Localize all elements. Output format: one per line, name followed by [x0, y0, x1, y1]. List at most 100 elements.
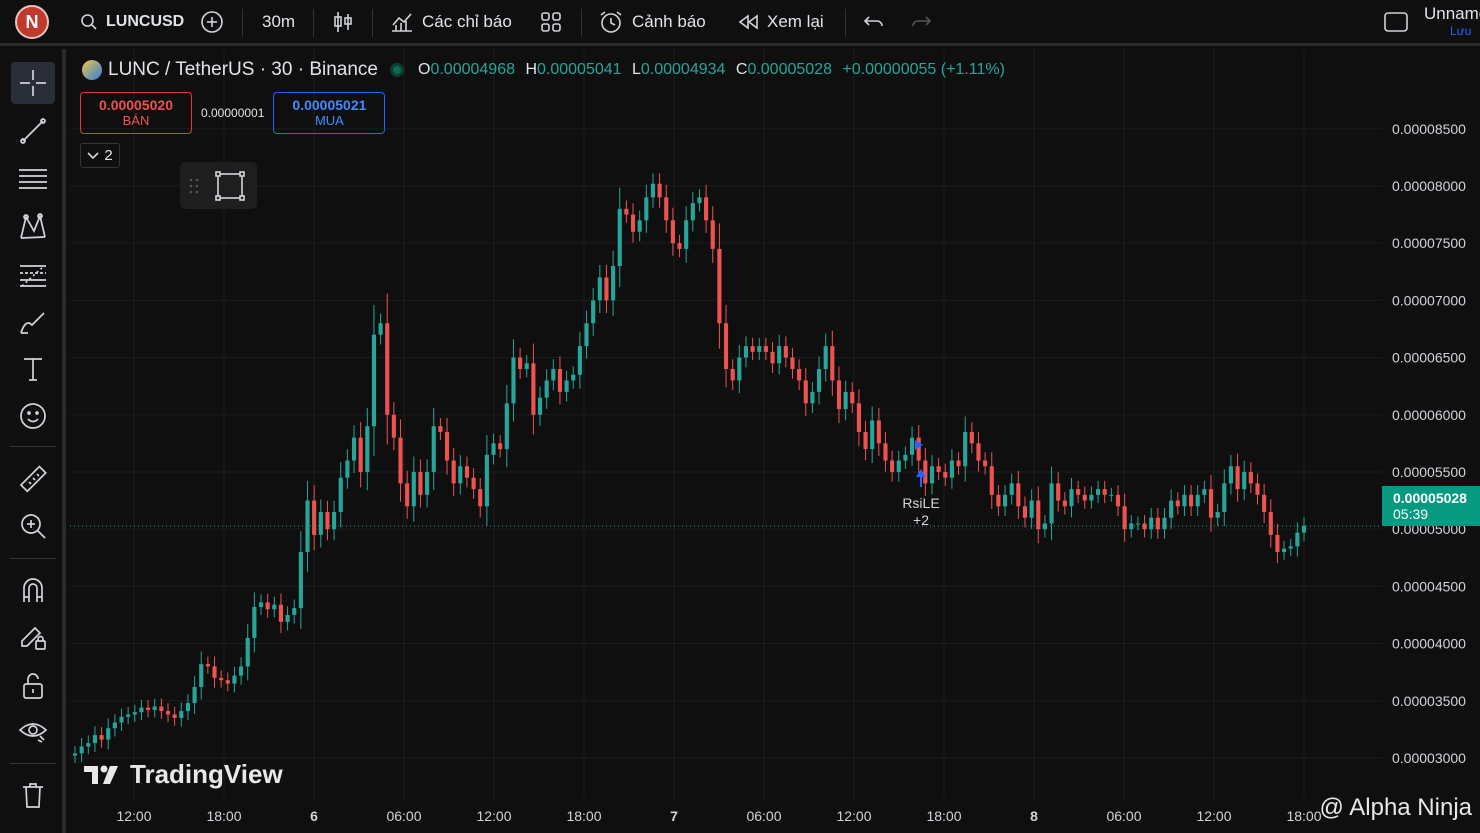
- open-key: O: [418, 61, 431, 78]
- candle-body: [1301, 525, 1307, 533]
- candle-body: [876, 420, 881, 444]
- candle-body: [484, 454, 489, 507]
- visibility-tool[interactable]: [11, 710, 55, 752]
- alert-button[interactable]: Cảnh báo: [598, 0, 706, 44]
- candle-body: [152, 706, 157, 710]
- close-key: C: [735, 61, 748, 78]
- candle-body: [351, 437, 357, 461]
- fib-tool[interactable]: [11, 254, 55, 296]
- magnet-tool[interactable]: [11, 569, 55, 611]
- chart-type-button[interactable]: [332, 0, 354, 44]
- candle-body: [1295, 532, 1300, 547]
- layouts-button[interactable]: [540, 0, 562, 44]
- candle-body: [584, 323, 589, 347]
- lock-draw-tool[interactable]: [11, 616, 55, 658]
- search-icon: [81, 14, 97, 30]
- x-tick-label: 18:00: [1286, 808, 1321, 824]
- candle-body: [803, 380, 808, 404]
- candle-body: [1022, 506, 1028, 518]
- candle-body: [797, 369, 802, 381]
- buy-button[interactable]: 0.00005021 MUA: [273, 92, 386, 134]
- candle-body: [1182, 494, 1187, 507]
- indicators-collapse-button[interactable]: 2: [80, 143, 120, 168]
- crosshair-tool[interactable]: [11, 62, 55, 104]
- signal-label[interactable]: RsiLE +2: [898, 495, 944, 529]
- indicator-count: 2: [104, 147, 113, 164]
- rewind-icon: [738, 14, 758, 30]
- x-tick-label: 18:00: [926, 808, 961, 824]
- candle-body: [830, 346, 835, 381]
- symbol-search-button[interactable]: LUNCUSD: [80, 0, 184, 44]
- candle-body: [896, 460, 901, 472]
- legend-title[interactable]: LUNC / TetherUS · 30 · Binance: [108, 59, 378, 81]
- candle-body: [1149, 517, 1154, 530]
- horizontal-lines-tool[interactable]: [11, 158, 55, 200]
- high-value: 0.00005041: [537, 61, 622, 78]
- spread-value: 0.00000001: [201, 106, 265, 120]
- candle-body: [1222, 483, 1227, 512]
- candle-body: [790, 357, 795, 369]
- watermark-text: TradingView: [130, 759, 283, 789]
- candle-body: [72, 753, 78, 756]
- y-tick-label: 0.00004000: [1392, 636, 1466, 652]
- zoom-tool[interactable]: [11, 505, 55, 547]
- trend-line-tool[interactable]: [11, 110, 55, 152]
- candle-body: [983, 460, 988, 467]
- grid-icon: [541, 12, 561, 32]
- brush-tool[interactable]: [11, 302, 55, 344]
- chart-pane[interactable]: 0.00008500 0.00008000 0.00007500 0.00007000…: [70, 49, 1480, 833]
- candle-body: [1062, 500, 1067, 507]
- xabcd-pattern-icon: [20, 213, 46, 239]
- candle-body: [943, 471, 948, 478]
- text-tool[interactable]: [11, 348, 55, 390]
- interval-label: 30m: [262, 12, 296, 31]
- tradingview-logo[interactable]: TradingView: [84, 759, 283, 790]
- indicators-button[interactable]: Các chỉ báo: [390, 0, 512, 44]
- lock-tool[interactable]: [11, 665, 55, 707]
- layout-name[interactable]: Unnamed Lưu: [1424, 4, 1480, 38]
- emoji-tool[interactable]: [11, 395, 55, 437]
- candle-body: [1002, 494, 1008, 507]
- market-status-icon[interactable]: [390, 63, 404, 77]
- layout-square-button[interactable]: [1383, 0, 1409, 44]
- redo-button[interactable]: [910, 0, 932, 44]
- candle-body: [1242, 471, 1247, 490]
- user-avatar[interactable]: N: [15, 5, 49, 39]
- replay-button[interactable]: Xem lại: [737, 0, 824, 44]
- candlestick-chart[interactable]: 0.00008500 0.00008000 0.00007500 0.00007000…: [70, 49, 1480, 833]
- trend-line-icon: [20, 118, 46, 144]
- candle-body: [245, 637, 250, 667]
- candle-body: [1069, 489, 1074, 507]
- drag-handle-icon[interactable]: [189, 177, 199, 195]
- candle-body: [670, 220, 675, 244]
- candle-body: [591, 300, 596, 324]
- sell-price: 0.00005020: [99, 97, 173, 113]
- pattern-tool[interactable]: [11, 206, 55, 248]
- candle-body: [1235, 466, 1240, 490]
- candle-body: [883, 443, 888, 461]
- undo-button[interactable]: [863, 0, 885, 44]
- chevron-down-icon: [87, 151, 99, 159]
- ruler-icon: [19, 465, 47, 493]
- candle-body: [518, 357, 523, 369]
- delete-tool[interactable]: [11, 774, 55, 816]
- save-label[interactable]: Lưu: [1424, 24, 1480, 38]
- candle-body: [757, 346, 762, 352]
- change-value: +0.00000055 (+1.11%): [842, 61, 1005, 78]
- candle-body: [1195, 494, 1200, 507]
- candle-body: [1056, 483, 1061, 501]
- candle-body: [1102, 489, 1107, 495]
- compare-add-button[interactable]: [200, 0, 224, 44]
- candle-body: [923, 460, 928, 484]
- drawing-toolbar: [0, 49, 66, 833]
- select-rectangle-icon[interactable]: [215, 170, 245, 201]
- candle-body: [1135, 523, 1140, 525]
- candle-body: [743, 346, 749, 358]
- candle-body: [391, 414, 396, 438]
- measure-tool[interactable]: [11, 459, 55, 501]
- candle-body: [870, 420, 875, 450]
- interval-button[interactable]: 30m: [262, 0, 295, 44]
- sell-button[interactable]: 0.00005020 BÁN: [80, 92, 192, 134]
- candle-body: [710, 220, 715, 249]
- candle-body: [976, 443, 981, 461]
